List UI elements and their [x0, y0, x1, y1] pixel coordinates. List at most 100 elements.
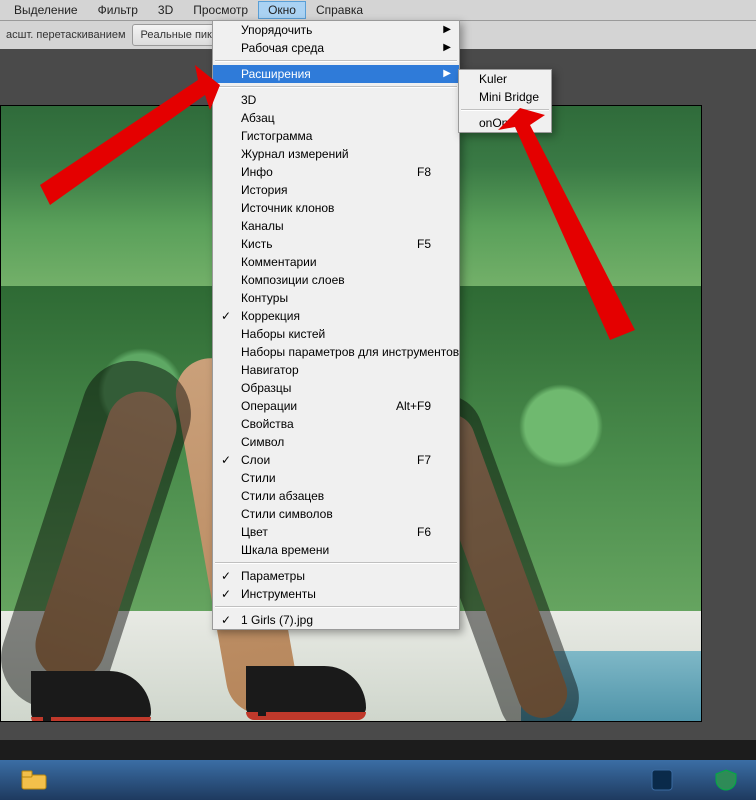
- menu-item-help[interactable]: Справка: [306, 1, 373, 19]
- taskbar-explorer-button[interactable]: [4, 762, 64, 798]
- shield-icon: [714, 768, 738, 792]
- menu-item-label: Упорядочить: [241, 23, 312, 37]
- menu-item[interactable]: Символ: [213, 433, 459, 451]
- menu-item[interactable]: Инфо F8: [213, 163, 459, 181]
- menu-item[interactable]: Наборы кистей: [213, 325, 459, 343]
- menu-item[interactable]: Операции Alt+F9: [213, 397, 459, 415]
- menu-item-label: Комментарии: [241, 255, 317, 269]
- check-icon: ✓: [221, 567, 231, 585]
- menu-item-label: Коррекция: [241, 309, 300, 323]
- menu-item-label: Свойства: [241, 417, 294, 431]
- submenu-item[interactable]: Kuler: [459, 70, 551, 88]
- check-icon: ✓: [221, 451, 231, 469]
- menu-item-label: Наборы параметров для инструментов: [241, 345, 459, 359]
- menu-item-label: Журнал измерений: [241, 147, 349, 161]
- menu-shortcut: F6: [417, 523, 431, 541]
- menu-item[interactable]: Шкала времени: [213, 541, 459, 559]
- menu-item-label: Стили символов: [241, 507, 333, 521]
- taskbar: [0, 760, 756, 800]
- submenu-item-label: onOne: [479, 116, 515, 130]
- menu-item-label: Расширения: [241, 67, 311, 81]
- menu-item[interactable]: Наборы параметров для инструментов: [213, 343, 459, 361]
- menu-item-label: Гистограмма: [241, 129, 312, 143]
- menu-item[interactable]: История: [213, 181, 459, 199]
- menu-item-label: Параметры: [241, 569, 305, 583]
- status-strip: [0, 740, 756, 760]
- submenu-item-label: Kuler: [479, 72, 507, 86]
- menu-item[interactable]: Комментарии: [213, 253, 459, 271]
- submenu-arrow-icon: ▶: [443, 21, 451, 39]
- menu-item[interactable]: Гистограмма: [213, 127, 459, 145]
- menu-item-3d[interactable]: 3D: [148, 1, 183, 19]
- menubar: Выделение Фильтр 3D Просмотр Окно Справк…: [0, 0, 756, 21]
- menu-item-label: Источник клонов: [241, 201, 334, 215]
- menu-item[interactable]: Абзац: [213, 109, 459, 127]
- menu-shortcut: Alt+F9: [396, 397, 431, 415]
- menu-item-label: Навигатор: [241, 363, 299, 377]
- menu-item[interactable]: Композиции слоев: [213, 271, 459, 289]
- menu-item[interactable]: Кисть F5: [213, 235, 459, 253]
- menu-item[interactable]: ✓ Коррекция: [213, 307, 459, 325]
- menu-item[interactable]: Стили абзацев: [213, 487, 459, 505]
- drag-zoom-label: асшт. перетаскиванием: [6, 29, 126, 41]
- menu-item-label: Слои: [241, 453, 270, 467]
- submenu-arrow-icon: ▶: [443, 39, 451, 57]
- menu-item[interactable]: 3D: [213, 91, 459, 109]
- menu-item-label: Цвет: [241, 525, 268, 539]
- menu-item[interactable]: Стили: [213, 469, 459, 487]
- menu-item[interactable]: ✓ Параметры: [213, 567, 459, 585]
- menu-item-label: Операции: [241, 399, 297, 413]
- menu-item[interactable]: ✓ Слои F7: [213, 451, 459, 469]
- menu-item-label: Наборы кистей: [241, 327, 325, 341]
- menu-item[interactable]: Образцы: [213, 379, 459, 397]
- menu-item[interactable]: Рабочая среда ▶: [213, 39, 459, 57]
- menu-item[interactable]: ✓ Инструменты: [213, 585, 459, 603]
- menu-shortcut: F8: [417, 163, 431, 181]
- menu-item-label: Контуры: [241, 291, 288, 305]
- check-icon: ✓: [221, 611, 231, 629]
- menu-item-label: Символ: [241, 435, 284, 449]
- menu-item-label: Инфо: [241, 165, 273, 179]
- photo-heel-shoe: [31, 671, 151, 721]
- app-icon: [650, 768, 674, 792]
- menu-item-window[interactable]: Окно: [258, 1, 306, 19]
- menu-item[interactable]: Цвет F6: [213, 523, 459, 541]
- folder-icon: [21, 769, 47, 791]
- menu-item[interactable]: Упорядочить ▶: [213, 21, 459, 39]
- menu-item-label: Композиции слоев: [241, 273, 345, 287]
- menu-item-label: 3D: [241, 93, 256, 107]
- submenu-item[interactable]: onOne: [459, 114, 551, 132]
- menu-item[interactable]: Источник клонов: [213, 199, 459, 217]
- menu-shortcut: F7: [417, 451, 431, 469]
- menu-item[interactable]: Контуры: [213, 289, 459, 307]
- menu-item[interactable]: Навигатор: [213, 361, 459, 379]
- submenu-item-label: Mini Bridge: [479, 90, 539, 104]
- menu-shortcut: F5: [417, 235, 431, 253]
- submenu-item[interactable]: Mini Bridge: [459, 88, 551, 106]
- menu-item[interactable]: Свойства: [213, 415, 459, 433]
- menu-item-label: Стили абзацев: [241, 489, 324, 503]
- photo-heel-shoe: [246, 666, 366, 716]
- menu-item-view[interactable]: Просмотр: [183, 1, 258, 19]
- taskbar-app-button[interactable]: [632, 762, 692, 798]
- menu-item[interactable]: Стили символов: [213, 505, 459, 523]
- menu-item-label: Образцы: [241, 381, 291, 395]
- menu-item[interactable]: Расширения▶: [213, 65, 459, 83]
- menu-item-label: Инструменты: [241, 587, 316, 601]
- check-icon: ✓: [221, 585, 231, 603]
- menu-item[interactable]: Каналы: [213, 217, 459, 235]
- menu-item-label: 1 Girls (7).jpg: [241, 613, 313, 627]
- menu-item-filter[interactable]: Фильтр: [88, 1, 148, 19]
- menu-item-label: Шкала времени: [241, 543, 329, 557]
- menu-item-label: Рабочая среда: [241, 41, 324, 55]
- menu-item[interactable]: ✓ 1 Girls (7).jpg: [213, 611, 459, 629]
- menu-item-label: История: [241, 183, 288, 197]
- menu-item-label: Кисть: [241, 237, 272, 251]
- menu-item-select[interactable]: Выделение: [4, 1, 88, 19]
- taskbar-app-button[interactable]: [696, 762, 756, 798]
- menu-item[interactable]: Журнал измерений: [213, 145, 459, 163]
- menu-item-label: Каналы: [241, 219, 284, 233]
- check-icon: ✓: [221, 307, 231, 325]
- window-menu-dropdown: Упорядочить ▶ Рабочая среда ▶ Расширения▶ 3D А…: [212, 20, 460, 630]
- menu-item-label: Абзац: [241, 111, 275, 125]
